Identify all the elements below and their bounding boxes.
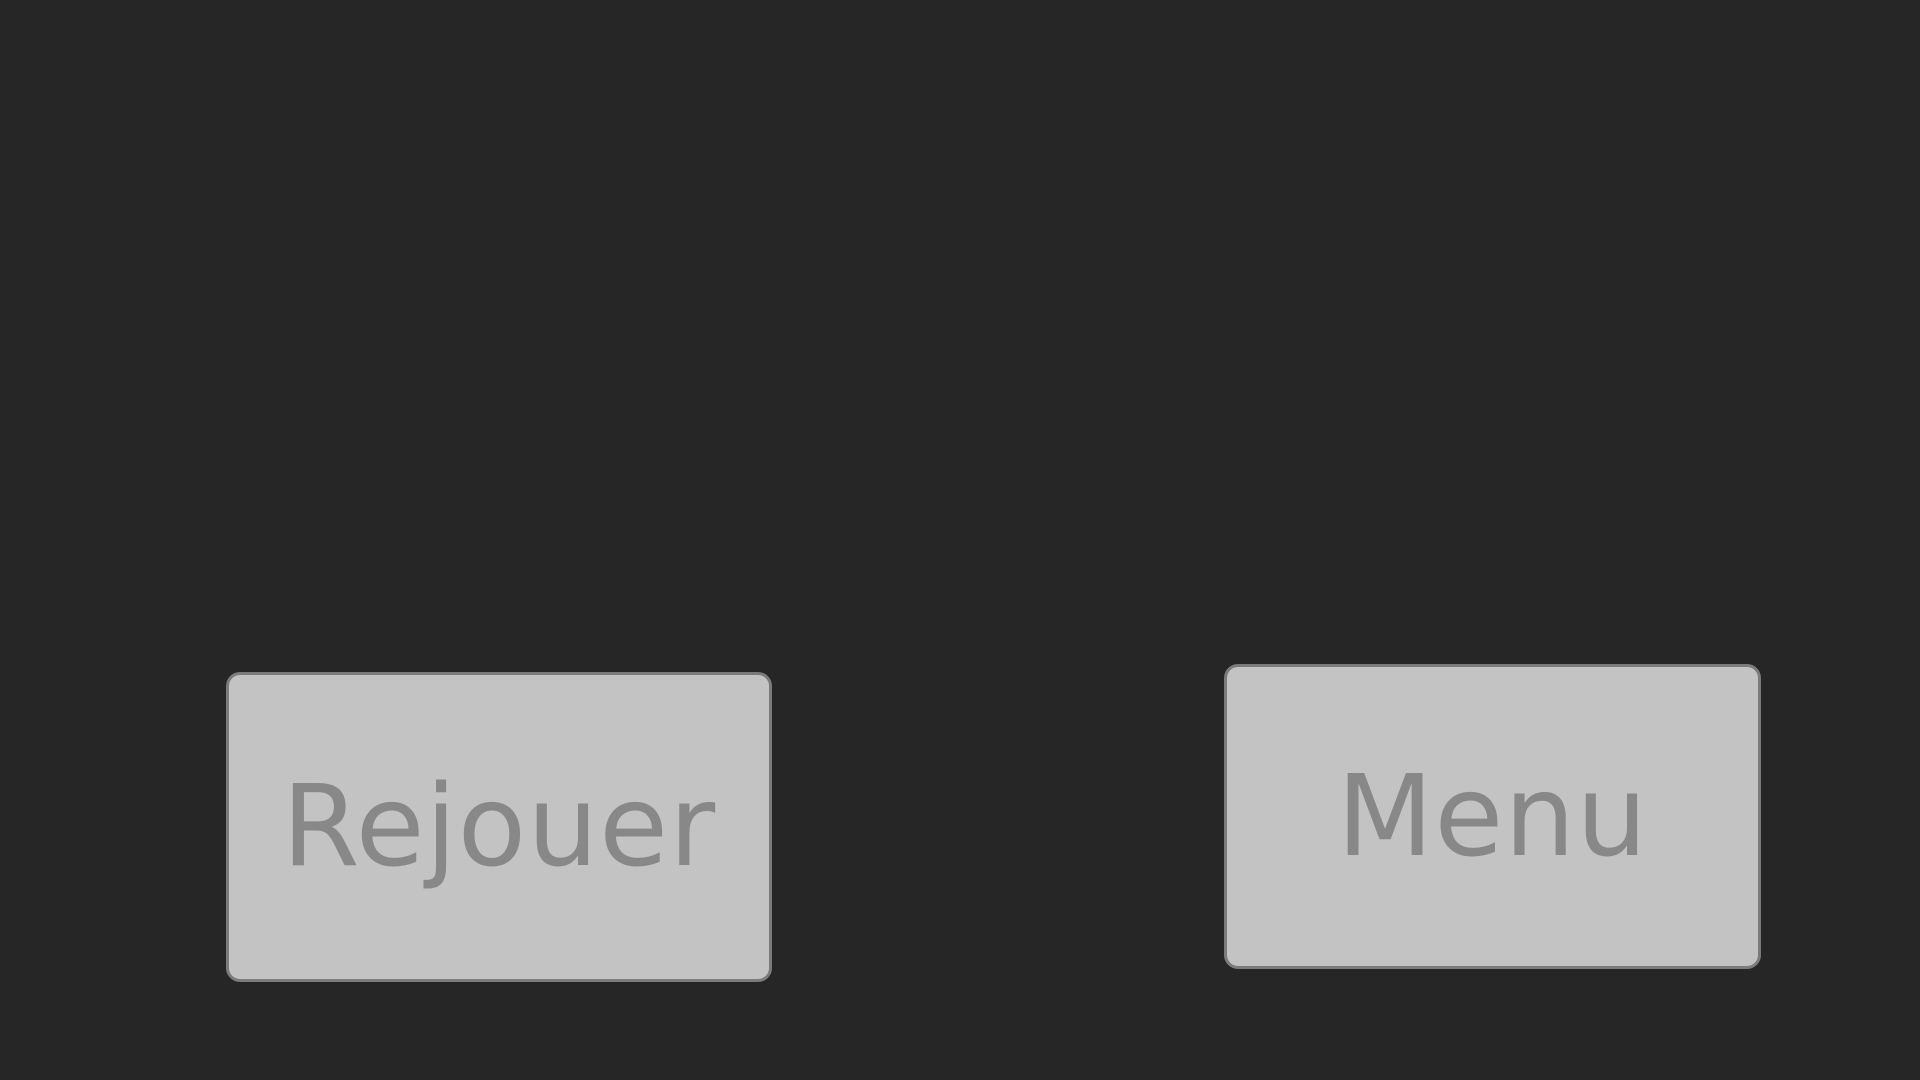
- replay-button[interactable]: Rejouer: [226, 672, 772, 982]
- replay-button-label: Rejouer: [281, 762, 717, 892]
- menu-button[interactable]: Menu: [1224, 664, 1761, 969]
- menu-button-label: Menu: [1336, 751, 1649, 882]
